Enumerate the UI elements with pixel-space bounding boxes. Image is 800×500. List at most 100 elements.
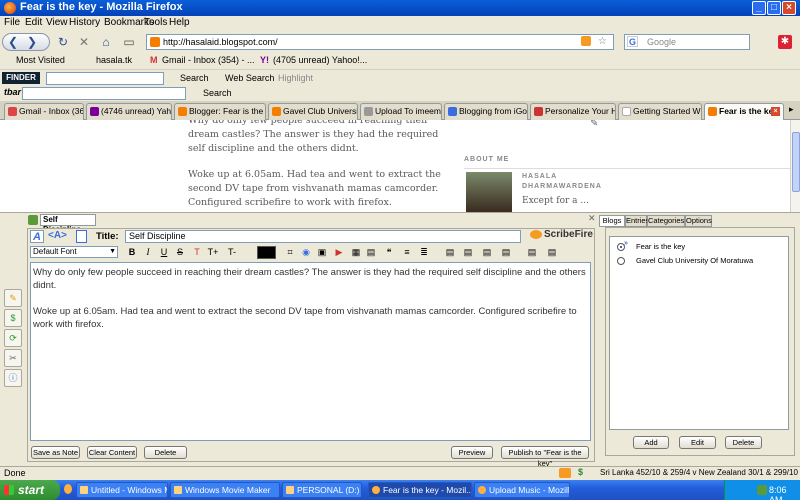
back-icon[interactable]: ❮ xyxy=(8,34,18,51)
money-status-icon[interactable]: $ xyxy=(578,467,583,477)
tab-imeem[interactable]: Upload To imeem! xyxy=(360,103,442,120)
spellcheck-icon[interactable]: ▤ xyxy=(525,246,539,259)
close-button[interactable]: × xyxy=(782,1,796,15)
clock[interactable]: 8:06 AM xyxy=(769,485,800,500)
font-size-up-icon[interactable]: T+ xyxy=(206,246,220,259)
tab-gmail[interactable]: Gmail - Inbox (367) ... xyxy=(4,103,84,120)
cut-icon[interactable]: ⌗ xyxy=(283,246,297,259)
scribefire-close-icon[interactable]: ✕ xyxy=(588,213,596,224)
forward-icon[interactable]: ❯ xyxy=(27,34,37,51)
tab-options[interactable]: Options xyxy=(685,215,712,227)
search-input[interactable]: G Google xyxy=(624,34,750,50)
ordered-list-icon[interactable]: ≣ xyxy=(417,246,431,259)
back-forward-buttons[interactable]: ❮ ❯ xyxy=(2,33,50,51)
menu-history[interactable]: History xyxy=(69,17,100,28)
post-body-editor[interactable]: Why do only few people succeed in reachi… xyxy=(30,262,591,441)
rss-icon[interactable] xyxy=(581,36,591,46)
tab-entries[interactable]: Entries xyxy=(625,215,649,227)
quicklaunch-icon[interactable] xyxy=(64,484,72,494)
menu-tools[interactable]: Tools xyxy=(144,17,167,28)
delete-post-button[interactable]: Delete xyxy=(144,446,187,459)
italic-icon[interactable]: I xyxy=(141,246,155,259)
scribefire-status-icon[interactable] xyxy=(559,468,571,478)
menu-edit[interactable]: Edit xyxy=(25,17,42,28)
chat-icon[interactable]: ▭ xyxy=(121,34,137,51)
font-size-down-icon[interactable]: T- xyxy=(225,246,239,259)
tray-icon[interactable] xyxy=(757,485,767,495)
author-name[interactable]: HASALA DHARMAWARDENA xyxy=(522,172,601,192)
task-untitled-movie-maker[interactable]: Untitled - Windows M... xyxy=(76,482,168,498)
toolbar2-search-input[interactable] xyxy=(22,87,186,100)
editor-document-tab[interactable]: Self Discipline xyxy=(40,214,96,234)
highlight-button[interactable]: Highlight xyxy=(278,73,313,83)
star-icon[interactable]: ☆ xyxy=(598,35,607,49)
video-icon[interactable]: ▶ xyxy=(332,246,346,259)
addon-icon[interactable]: ✱ xyxy=(778,35,792,49)
start-button[interactable]: start xyxy=(0,480,60,500)
underline-icon[interactable]: U xyxy=(157,246,171,259)
minimize-button[interactable]: _ xyxy=(752,1,766,15)
table-icon[interactable]: ▤ xyxy=(364,246,378,259)
task-personal-drive[interactable]: PERSONAL (D:) xyxy=(282,482,362,498)
tab-blogs[interactable]: Blogs xyxy=(599,215,625,227)
menu-file[interactable]: File xyxy=(4,17,20,28)
edit-blog-button[interactable]: Edit xyxy=(679,436,716,449)
menu-view[interactable]: View xyxy=(46,17,68,28)
rich-text-mode-icon[interactable]: A xyxy=(30,230,44,243)
preview-mode-icon[interactable] xyxy=(76,230,87,243)
tab-categories[interactable]: Categories xyxy=(647,215,685,227)
task-windows-movie-maker[interactable]: Windows Movie Maker xyxy=(170,482,280,498)
bookmark-most-visited[interactable]: Most Visited xyxy=(16,55,65,65)
save-as-note-button[interactable]: Save as Note xyxy=(31,446,80,459)
preview-button[interactable]: Preview xyxy=(451,446,493,459)
unordered-list-icon[interactable]: ≡ xyxy=(400,246,414,259)
tab-gavel-club[interactable]: Gavel Club Universit... xyxy=(268,103,358,120)
post-title-input[interactable]: Self Discipline xyxy=(125,230,521,243)
close-tab-icon[interactable]: × xyxy=(771,107,780,116)
page-scrollbar[interactable] xyxy=(790,120,800,212)
bookmark-gmail[interactable]: Gmail - Inbox (354) - ... xyxy=(162,55,255,65)
tools-icon[interactable]: ✂ xyxy=(4,349,22,367)
tab-fear-is-the-key[interactable]: Fear is the key × xyxy=(704,103,784,120)
object-icon[interactable]: ▦ xyxy=(349,246,363,259)
blog-item-2[interactable]: Gavel Club University Of Moratuwa xyxy=(614,255,784,267)
refresh-icon[interactable]: ⟳ xyxy=(4,329,22,347)
font-select[interactable]: Default Font ▼ xyxy=(30,246,118,258)
clear-content-button[interactable]: Clear Content xyxy=(87,446,137,459)
tab-blogger[interactable]: Blogger: Fear is the ... xyxy=(174,103,266,120)
reload-icon[interactable]: ↻ xyxy=(56,34,70,51)
toolbar-search-button[interactable]: Search xyxy=(180,73,209,83)
window-title-bar[interactable]: Fear is the key - Mozilla Firefox _ □ × xyxy=(0,0,800,16)
web-search-button[interactable]: Web Search xyxy=(225,73,274,83)
tab-personalize[interactable]: Personalize Your Ho... xyxy=(530,103,616,120)
toolbar2-search-button[interactable]: Search xyxy=(203,88,232,98)
url-bar[interactable]: http://hasalaid.blogspot.com/ ☆ xyxy=(146,34,614,50)
align-center-icon[interactable]: ▤ xyxy=(461,246,475,259)
blockquote-icon[interactable]: ❝ xyxy=(382,246,396,259)
bold-icon[interactable]: B xyxy=(125,246,139,259)
stop-icon[interactable]: ✕ xyxy=(77,34,91,51)
more-tools-icon[interactable]: ▤ xyxy=(545,246,559,259)
tab-igoogle[interactable]: Blogging from iGoogl... xyxy=(444,103,528,120)
delete-blog-button[interactable]: Delete xyxy=(725,436,762,449)
add-blog-button[interactable]: Add xyxy=(633,436,669,449)
image-icon[interactable]: ▣ xyxy=(315,246,329,259)
toolbar-search-input[interactable] xyxy=(46,72,164,85)
remove-format-icon[interactable]: T xyxy=(190,246,204,259)
info-icon[interactable]: ⓘ xyxy=(4,369,22,387)
blog-item-1[interactable]: » Fear is the key xyxy=(614,240,784,253)
bookmark-yahoo[interactable]: (4705 unread) Yahoo!... xyxy=(273,55,367,65)
edit-icon[interactable]: ✎ xyxy=(590,120,598,129)
publish-button[interactable]: Publish to "Fear is the key" xyxy=(501,446,589,468)
author-photo[interactable] xyxy=(466,172,512,212)
menu-help[interactable]: Help xyxy=(169,17,190,28)
money-icon[interactable]: $ xyxy=(4,309,22,327)
tab-list-icon[interactable]: ▸ xyxy=(789,104,794,115)
task-upload-music[interactable]: Upload Music - Mozilla... xyxy=(474,482,570,498)
strikethrough-icon[interactable]: S xyxy=(173,246,187,259)
align-left-icon[interactable]: ▤ xyxy=(443,246,457,259)
write-icon[interactable]: ✎ xyxy=(4,289,22,307)
maximize-button[interactable]: □ xyxy=(767,1,781,15)
scrollbar-thumb[interactable] xyxy=(792,132,800,192)
bookmark-hasala[interactable]: hasala.tk xyxy=(96,55,132,65)
